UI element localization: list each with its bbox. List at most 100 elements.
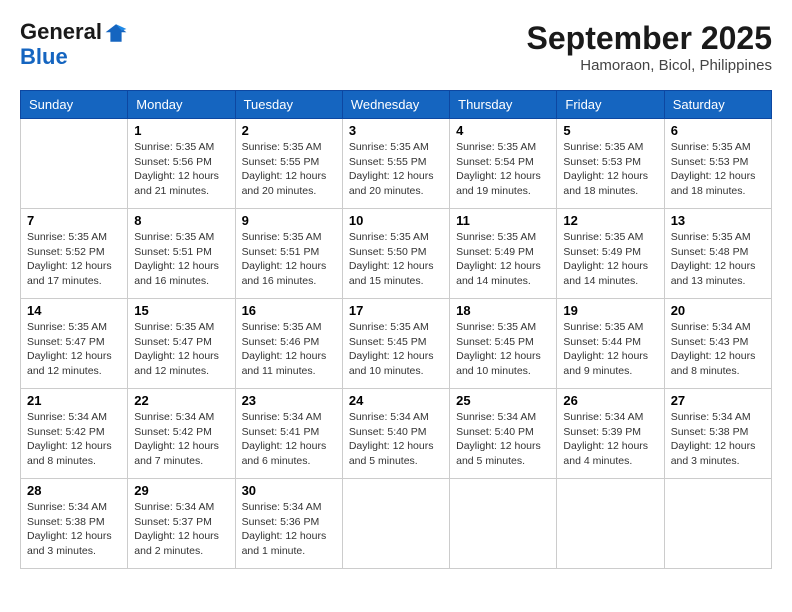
day-info: Sunrise: 5:35 AM Sunset: 5:53 PM Dayligh… [563,140,657,199]
logo-blue: Blue [20,45,128,69]
day-number: 10 [349,213,443,228]
day-number: 27 [671,393,765,408]
week-row-3: 14 Sunrise: 5:35 AM Sunset: 5:47 PM Dayli… [21,299,772,389]
logo-general: General [20,19,102,44]
day-number: 16 [242,303,336,318]
calendar-cell: 4 Sunrise: 5:35 AM Sunset: 5:54 PM Daylig… [450,119,557,209]
calendar-cell: 1 Sunrise: 5:35 AM Sunset: 5:56 PM Daylig… [128,119,235,209]
day-number: 11 [456,213,550,228]
day-number: 21 [27,393,121,408]
day-number: 4 [456,123,550,138]
day-info: Sunrise: 5:35 AM Sunset: 5:56 PM Dayligh… [134,140,228,199]
header-sunday: Sunday [21,91,128,119]
day-info: Sunrise: 5:34 AM Sunset: 5:40 PM Dayligh… [456,410,550,469]
day-number: 18 [456,303,550,318]
day-number: 13 [671,213,765,228]
day-info: Sunrise: 5:34 AM Sunset: 5:38 PM Dayligh… [671,410,765,469]
header-thursday: Thursday [450,91,557,119]
calendar-cell [450,479,557,569]
calendar-header-row: SundayMondayTuesdayWednesdayThursdayFrid… [21,91,772,119]
day-number: 8 [134,213,228,228]
logo: General Blue [20,20,128,69]
week-row-4: 21 Sunrise: 5:34 AM Sunset: 5:42 PM Dayli… [21,389,772,479]
week-row-2: 7Sunrise: 5:35 AM Sunset: 5:52 PM Daylig… [21,209,772,299]
day-number: 6 [671,123,765,138]
calendar-table: SundayMondayTuesdayWednesdayThursdayFrid… [20,90,772,569]
calendar-cell: 15 Sunrise: 5:35 AM Sunset: 5:47 PM Dayli… [128,299,235,389]
calendar-cell: 28Sunrise: 5:34 AM Sunset: 5:38 PM Dayli… [21,479,128,569]
day-info: Sunrise: 5:35 AM Sunset: 5:55 PM Dayligh… [349,140,443,199]
day-number: 3 [349,123,443,138]
calendar-cell: 11Sunrise: 5:35 AM Sunset: 5:49 PM Dayli… [450,209,557,299]
day-info: Sunrise: 5:35 AM Sunset: 5:45 PM Dayligh… [349,320,443,379]
calendar-cell: 30 Sunrise: 5:34 AM Sunset: 5:36 PM Dayli… [235,479,342,569]
calendar-cell: 7Sunrise: 5:35 AM Sunset: 5:52 PM Daylig… [21,209,128,299]
logo-text: General [20,20,128,45]
day-number: 23 [242,393,336,408]
week-row-1: 1 Sunrise: 5:35 AM Sunset: 5:56 PM Daylig… [21,119,772,209]
day-info: Sunrise: 5:34 AM Sunset: 5:40 PM Dayligh… [349,410,443,469]
calendar-cell: 13 Sunrise: 5:35 AM Sunset: 5:48 PM Dayli… [664,209,771,299]
calendar-cell: 3 Sunrise: 5:35 AM Sunset: 5:55 PM Daylig… [342,119,449,209]
day-info: Sunrise: 5:34 AM Sunset: 5:41 PM Dayligh… [242,410,336,469]
calendar-cell: 9 Sunrise: 5:35 AM Sunset: 5:51 PM Daylig… [235,209,342,299]
calendar-cell: 6 Sunrise: 5:35 AM Sunset: 5:53 PM Daylig… [664,119,771,209]
calendar-cell: 10 Sunrise: 5:35 AM Sunset: 5:50 PM Dayli… [342,209,449,299]
day-number: 1 [134,123,228,138]
day-info: Sunrise: 5:35 AM Sunset: 5:55 PM Dayligh… [242,140,336,199]
day-info: Sunrise: 5:35 AM Sunset: 5:47 PM Dayligh… [134,320,228,379]
day-number: 25 [456,393,550,408]
calendar-cell: 8 Sunrise: 5:35 AM Sunset: 5:51 PM Daylig… [128,209,235,299]
day-number: 15 [134,303,228,318]
day-info: Sunrise: 5:34 AM Sunset: 5:37 PM Dayligh… [134,500,228,559]
calendar-cell: 23 Sunrise: 5:34 AM Sunset: 5:41 PM Dayli… [235,389,342,479]
day-info: Sunrise: 5:34 AM Sunset: 5:42 PM Dayligh… [27,410,121,469]
day-info: Sunrise: 5:35 AM Sunset: 5:49 PM Dayligh… [563,230,657,289]
day-number: 20 [671,303,765,318]
day-info: Sunrise: 5:35 AM Sunset: 5:53 PM Dayligh… [671,140,765,199]
day-info: Sunrise: 5:35 AM Sunset: 5:45 PM Dayligh… [456,320,550,379]
day-number: 26 [563,393,657,408]
day-number: 9 [242,213,336,228]
day-info: Sunrise: 5:35 AM Sunset: 5:48 PM Dayligh… [671,230,765,289]
day-number: 19 [563,303,657,318]
location-subtitle: Hamoraon, Bicol, Philippines [527,57,772,74]
calendar-cell: 27 Sunrise: 5:34 AM Sunset: 5:38 PM Dayli… [664,389,771,479]
calendar-cell: 24 Sunrise: 5:34 AM Sunset: 5:40 PM Dayli… [342,389,449,479]
day-number: 30 [242,483,336,498]
logo-bird-icon [104,21,128,45]
day-info: Sunrise: 5:35 AM Sunset: 5:52 PM Dayligh… [27,230,121,289]
day-info: Sunrise: 5:34 AM Sunset: 5:42 PM Dayligh… [134,410,228,469]
calendar-cell: 5 Sunrise: 5:35 AM Sunset: 5:53 PM Daylig… [557,119,664,209]
header-saturday: Saturday [664,91,771,119]
calendar-cell: 22 Sunrise: 5:34 AM Sunset: 5:42 PM Dayli… [128,389,235,479]
day-number: 14 [27,303,121,318]
calendar-cell: 25 Sunrise: 5:34 AM Sunset: 5:40 PM Dayli… [450,389,557,479]
calendar-cell: 18 Sunrise: 5:35 AM Sunset: 5:45 PM Dayli… [450,299,557,389]
day-info: Sunrise: 5:34 AM Sunset: 5:36 PM Dayligh… [242,500,336,559]
day-number: 24 [349,393,443,408]
header-wednesday: Wednesday [342,91,449,119]
day-number: 5 [563,123,657,138]
day-number: 22 [134,393,228,408]
day-number: 29 [134,483,228,498]
day-info: Sunrise: 5:35 AM Sunset: 5:51 PM Dayligh… [134,230,228,289]
calendar-cell [342,479,449,569]
week-row-5: 28Sunrise: 5:34 AM Sunset: 5:38 PM Dayli… [21,479,772,569]
day-number: 12 [563,213,657,228]
day-info: Sunrise: 5:35 AM Sunset: 5:50 PM Dayligh… [349,230,443,289]
calendar-cell [21,119,128,209]
calendar-cell: 14 Sunrise: 5:35 AM Sunset: 5:47 PM Dayli… [21,299,128,389]
day-info: Sunrise: 5:34 AM Sunset: 5:38 PM Dayligh… [27,500,121,559]
calendar-cell: 2Sunrise: 5:35 AM Sunset: 5:55 PM Daylig… [235,119,342,209]
calendar-cell: 21 Sunrise: 5:34 AM Sunset: 5:42 PM Dayli… [21,389,128,479]
calendar-cell: 12 Sunrise: 5:35 AM Sunset: 5:49 PM Dayli… [557,209,664,299]
calendar-body: 1 Sunrise: 5:35 AM Sunset: 5:56 PM Daylig… [21,119,772,569]
day-info: Sunrise: 5:35 AM Sunset: 5:54 PM Dayligh… [456,140,550,199]
day-info: Sunrise: 5:35 AM Sunset: 5:47 PM Dayligh… [27,320,121,379]
header-friday: Friday [557,91,664,119]
day-info: Sunrise: 5:35 AM Sunset: 5:51 PM Dayligh… [242,230,336,289]
calendar-cell: 17Sunrise: 5:35 AM Sunset: 5:45 PM Dayli… [342,299,449,389]
day-info: Sunrise: 5:34 AM Sunset: 5:39 PM Dayligh… [563,410,657,469]
calendar-cell: 29 Sunrise: 5:34 AM Sunset: 5:37 PM Dayli… [128,479,235,569]
